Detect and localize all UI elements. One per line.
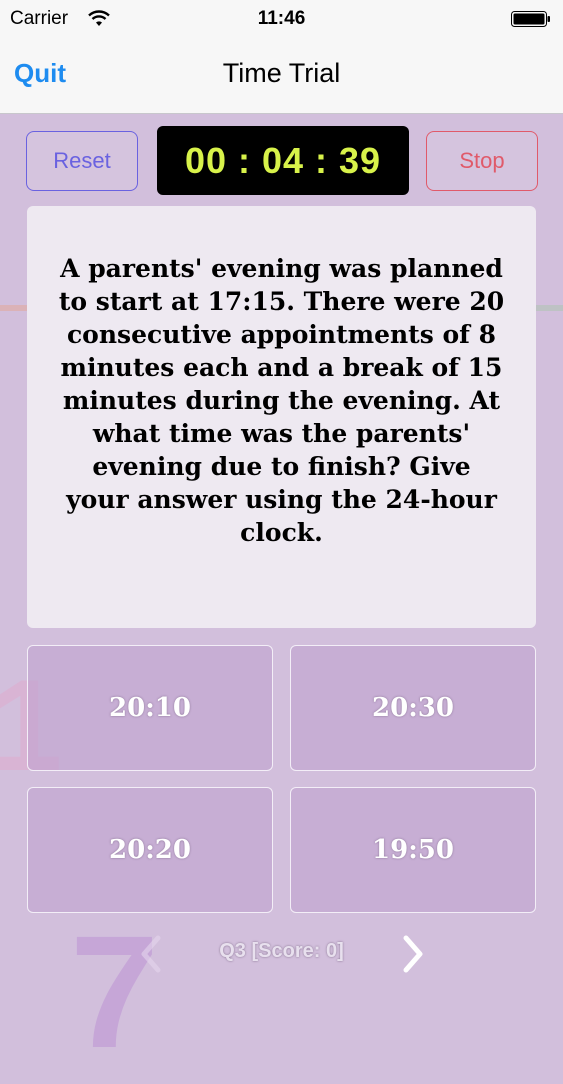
answer-option-1[interactable]: 20:10 [27,645,273,771]
clock: 11:46 [257,8,306,29]
status-bar: Carrier 11:46 [0,0,563,40]
stop-button[interactable]: Stop [426,131,538,191]
question-text: A parents' evening was planned to start … [58,254,505,547]
battery-icon [511,11,550,27]
answer-option-3[interactable]: 20:20 [27,787,273,913]
background-decoration [536,305,563,311]
answer-option-2[interactable]: 20:30 [290,645,536,771]
reset-button[interactable]: Reset [26,131,138,191]
answer-option-4[interactable]: 19:50 [290,787,536,913]
background-decoration [0,305,28,311]
chevron-right-icon[interactable] [400,932,426,976]
navigation-bar: Quit Time Trial [0,40,563,114]
background-digit-decoration: 7 [70,902,159,1081]
timer-display: 00 : 04 : 39 [157,126,409,195]
page-title: Time Trial [222,58,341,88]
question-card: A parents' evening was planned to start … [27,206,536,628]
question-score-status: Q3 [Score: 0] [219,940,344,962]
